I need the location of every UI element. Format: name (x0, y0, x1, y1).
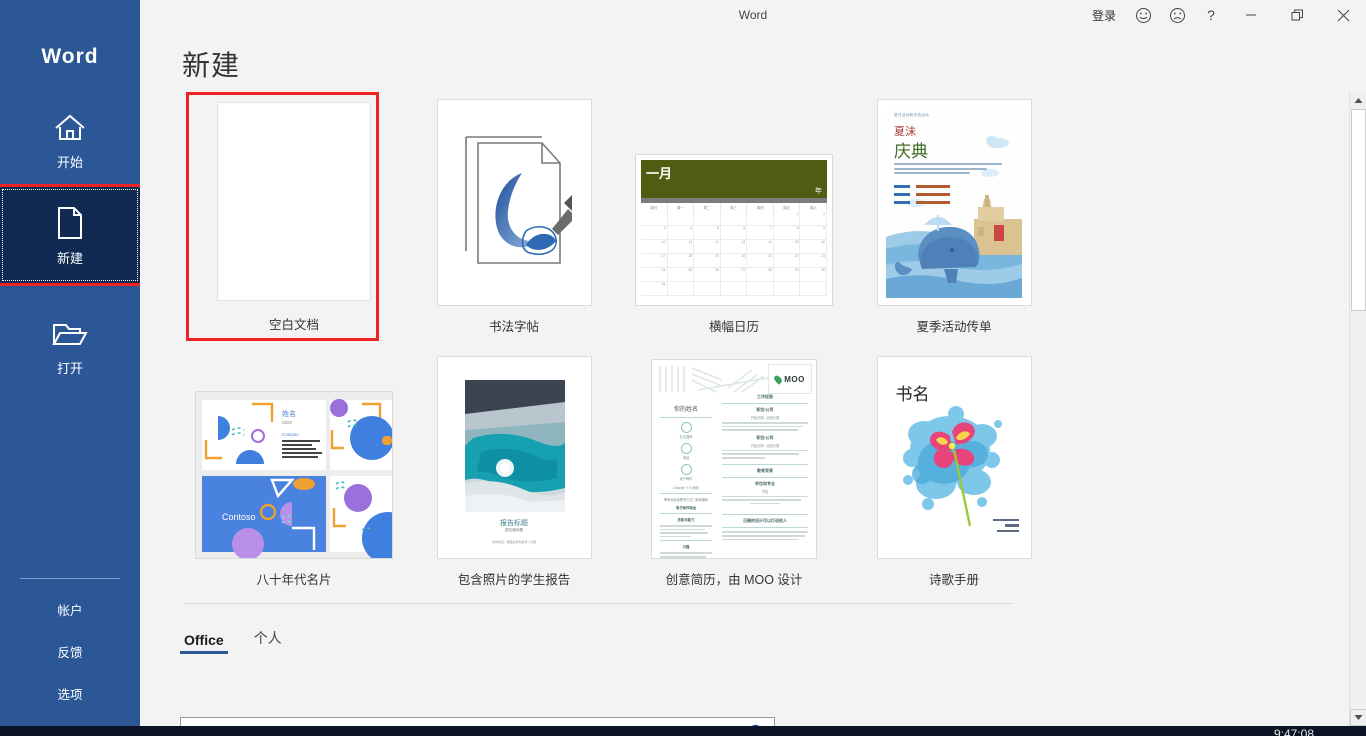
sidebar-link-feedback[interactable]: 反馈 (0, 642, 140, 661)
template-label: 创意简历，由 MOO 设计 (666, 569, 803, 588)
template-thumbnail-cards: 姓名 CEO Contoso (195, 391, 393, 559)
tab-office[interactable]: Office (180, 632, 228, 654)
moo-name-placeholder: 你的姓名 (660, 404, 712, 413)
close-button[interactable] (1320, 0, 1366, 30)
calendar-year-label: 年 (815, 186, 822, 196)
template-thumbnail-calligraphy (456, 127, 572, 279)
template-card-student-report[interactable]: 报告标题 报告副标题 你的姓名 | 课程名称和编号 | 日期 包含照片的学生报告 (404, 349, 624, 594)
calendar-day-grid: 12 3456789 10111213141516 17181920212223… (641, 212, 827, 296)
moo-right-column: 工作经验 职位/公司 开始日期 - 结束日期 职位/公司 开始日期 - 结束日期 (722, 392, 808, 542)
template-label: 书法字帖 (489, 316, 539, 335)
report-byline: 你的姓名 | 课程名称和编号 | 日期 (438, 540, 591, 544)
template-label: 包含照片的学生报告 (458, 569, 571, 588)
tab-personal[interactable]: 个人 (250, 628, 286, 654)
flyer-body-placeholder (894, 163, 1002, 177)
home-icon (53, 108, 87, 144)
flyer-title-large: 庆典 (894, 137, 928, 162)
sign-in-button[interactable]: 登录 (1082, 0, 1126, 30)
sidebar-divider (20, 578, 120, 579)
frowny-face-icon[interactable] (1160, 0, 1194, 30)
gallery-separator (184, 603, 1014, 604)
sidebar-link-options[interactable]: 选项 (0, 684, 140, 703)
scroll-down-arrow-icon[interactable] (1350, 709, 1366, 726)
scroll-up-arrow-icon[interactable] (1350, 92, 1366, 109)
leaf-icon (773, 374, 784, 385)
search-online-templates-box[interactable] (180, 717, 775, 726)
template-card-blank-document[interactable]: 空白文档 (184, 92, 404, 341)
template-card-banner-calendar[interactable]: 一月 年 周日周一周二周三周四周五周六 12 3456789 (624, 92, 844, 341)
template-thumbnail-blank (217, 102, 371, 301)
template-row: 空白文档 (184, 92, 1064, 341)
report-subtitle: 报告副标题 (438, 528, 591, 533)
sidebar-item-new-label: 新建 (57, 248, 83, 267)
moo-left-column: 你的姓名 社交媒体 电话 电子邮件 LinkedIn 个人资料 (660, 404, 712, 558)
svg-text:姓名: 姓名 (282, 409, 296, 418)
template-thumbnail-poetry: 书名 (878, 358, 1031, 557)
template-row: 姓名 CEO Contoso (184, 349, 1064, 594)
sidebar-item-open[interactable]: 打开 (0, 297, 140, 393)
page-title: 新建 (182, 44, 240, 84)
open-folder-icon (51, 314, 89, 350)
new-document-icon (55, 204, 85, 240)
sidebar-item-new[interactable]: 新建 (0, 187, 140, 283)
calendar-month-label: 一月 (646, 163, 672, 182)
template-card-summer-flyer[interactable]: 夏日活动和庆祝活动 夏沫 庆典 (844, 92, 1064, 341)
restore-button[interactable] (1274, 0, 1320, 30)
template-thumbnail-report: 报告标题 报告副标题 你的姓名 | 课程名称和编号 | 日期 (438, 358, 591, 557)
new-document-pane: 新建 空白文档 (140, 30, 1366, 726)
calendar-header: 一月 年 (641, 160, 827, 198)
moo-logo-text: MOO (784, 375, 805, 384)
flyer-kicker-text: 夏日活动和庆祝活动 (894, 113, 929, 118)
template-thumbnail-flyer: 夏日活动和庆祝活动 夏沫 庆典 (882, 103, 1026, 302)
template-card-eighties-business-cards[interactable]: 姓名 CEO Contoso (184, 349, 404, 594)
template-label: 夏季活动传单 (916, 316, 991, 335)
template-card-poetry-booklet[interactable]: 书名 诗歌手册 (844, 349, 1064, 594)
minimize-button[interactable] (1228, 0, 1274, 30)
calendar-weekday-row: 周日周一周二周三周四周五周六 (641, 203, 827, 212)
moo-logo-badge: MOO (768, 364, 812, 394)
svg-text:CEO: CEO (282, 420, 292, 425)
template-thumbnail-moo: MOO 你的姓名 社交媒体 电话 电 (651, 359, 817, 559)
poetry-title: 书名 (896, 380, 930, 405)
template-label: 横幅日历 (709, 316, 759, 335)
report-photo (465, 380, 565, 512)
poetry-credits-placeholder (993, 519, 1019, 535)
report-title: 报告标题 (438, 518, 591, 528)
taskbar-clock: 9:47:08 (1274, 728, 1314, 736)
flyer-details-placeholder (894, 185, 950, 209)
template-card-calligraphy[interactable]: 书法字帖 (404, 92, 624, 341)
sidebar-link-account[interactable]: 帐户 (0, 600, 140, 619)
windows-taskbar: 9:47:08 (0, 726, 1366, 736)
template-label: 八十年代名片 (256, 569, 331, 588)
sidebar-item-open-label: 打开 (57, 358, 83, 377)
svg-text:Contoso: Contoso (222, 512, 256, 522)
sidebar-item-home[interactable]: 开始 (0, 91, 140, 187)
window-title-bar: Word 登录 ? (140, 0, 1366, 30)
vertical-scrollbar[interactable] (1349, 92, 1366, 726)
template-label: 诗歌手册 (929, 569, 979, 588)
svg-text:Contoso: Contoso (282, 432, 299, 437)
word-start-screen: Word 开始 新建 (0, 0, 1366, 736)
title-bar-controls: 登录 ? (1082, 0, 1366, 30)
smiley-face-icon[interactable] (1126, 0, 1160, 30)
left-navigation-sidebar: Word 开始 新建 (0, 0, 140, 736)
help-button[interactable]: ? (1194, 0, 1228, 30)
template-label: 空白文档 (269, 314, 319, 333)
template-source-tabs: Office 个人 (180, 628, 308, 654)
template-gallery: 空白文档 (184, 92, 1064, 594)
template-card-moo-resume[interactable]: MOO 你的姓名 社交媒体 电话 电 (624, 349, 844, 594)
scroll-thumb[interactable] (1351, 109, 1366, 311)
template-thumbnail-calendar: 一月 年 周日周一周二周三周四周五周六 12 3456789 (635, 154, 833, 306)
sidebar-item-home-label: 开始 (57, 152, 83, 171)
app-brand-label: Word (0, 45, 140, 69)
